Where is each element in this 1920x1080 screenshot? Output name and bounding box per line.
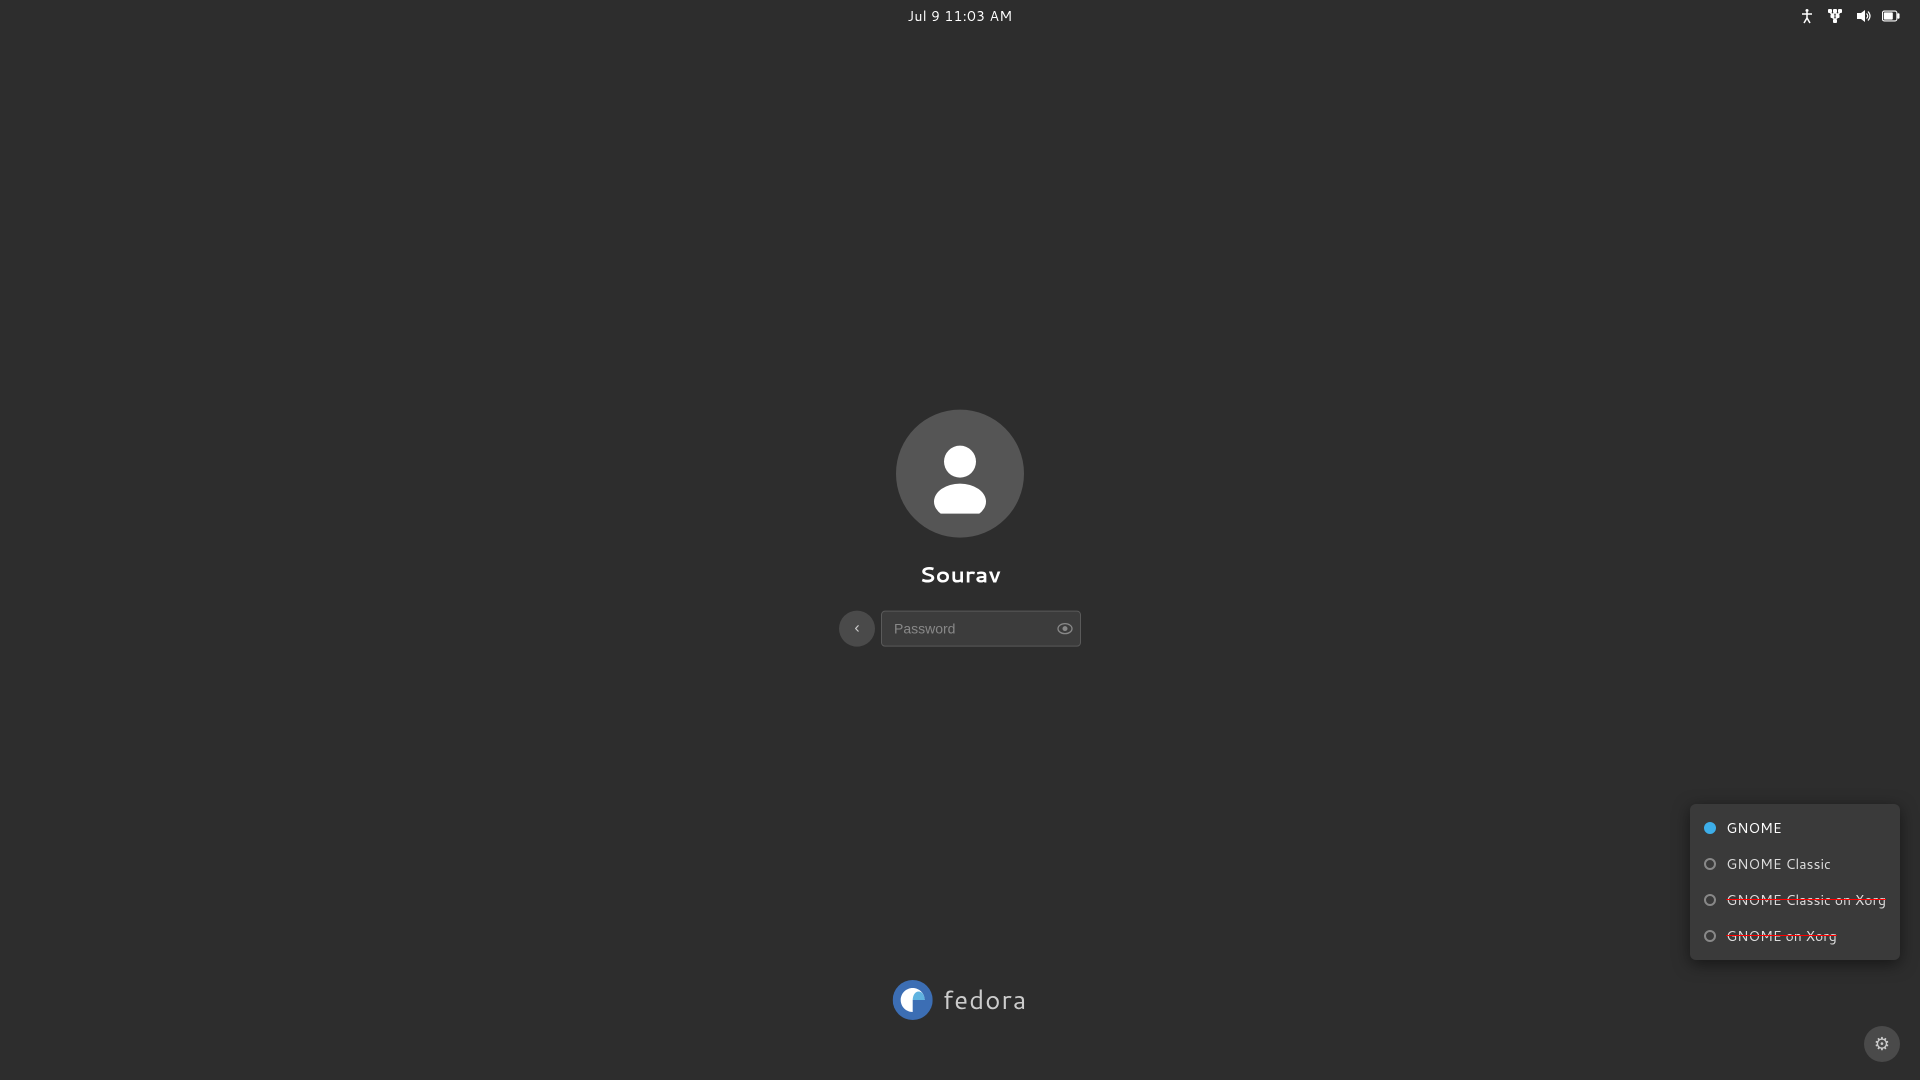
gear-icon: ⚙: [1874, 1034, 1890, 1055]
clock: Jul 9 11:03 AM: [908, 6, 1013, 26]
session-label-gnome-classic-xorg: GNOME Classic on Xorg: [1726, 890, 1886, 910]
session-label-gnome-classic: GNOME Classic: [1726, 854, 1831, 874]
password-input-wrapper: [881, 611, 1081, 647]
back-button[interactable]: ‹: [839, 611, 875, 647]
fedora-logo: fedora: [893, 980, 1028, 1020]
accessibility-icon[interactable]: [1798, 7, 1816, 25]
session-item-gnome-classic-xorg[interactable]: GNOME Classic on Xorg: [1690, 882, 1900, 918]
session-item-gnome-classic[interactable]: GNOME Classic: [1690, 846, 1900, 882]
session-label-gnome-xorg: GNOME on Xorg: [1726, 926, 1837, 946]
avatar: [896, 410, 1024, 538]
username-label: Sourav: [919, 560, 1000, 591]
battery-icon[interactable]: [1882, 7, 1900, 25]
settings-button[interactable]: ⚙: [1864, 1026, 1900, 1062]
session-label-gnome: GNOME: [1726, 818, 1781, 838]
password-input[interactable]: [881, 611, 1081, 647]
session-item-gnome-xorg[interactable]: GNOME on Xorg: [1690, 918, 1900, 954]
password-row: ‹: [839, 611, 1081, 647]
login-center: Sourav ‹: [839, 410, 1081, 647]
session-dropdown: GNOME GNOME Classic GNOME Classic on Xor…: [1690, 804, 1900, 960]
session-radio-gnome-xorg: [1704, 930, 1716, 942]
volume-icon[interactable]: [1854, 7, 1872, 25]
session-radio-gnome-classic-xorg: [1704, 894, 1716, 906]
fedora-text: fedora: [943, 982, 1028, 1018]
session-radio-gnome-classic: [1704, 858, 1716, 870]
top-bar-icons: [1798, 0, 1900, 32]
password-visibility-toggle[interactable]: [1057, 623, 1073, 635]
top-bar: Jul 9 11:03 AM: [0, 0, 1920, 32]
session-radio-gnome: [1704, 822, 1716, 834]
session-item-gnome[interactable]: GNOME: [1690, 810, 1900, 846]
network-icon[interactable]: [1826, 7, 1844, 25]
